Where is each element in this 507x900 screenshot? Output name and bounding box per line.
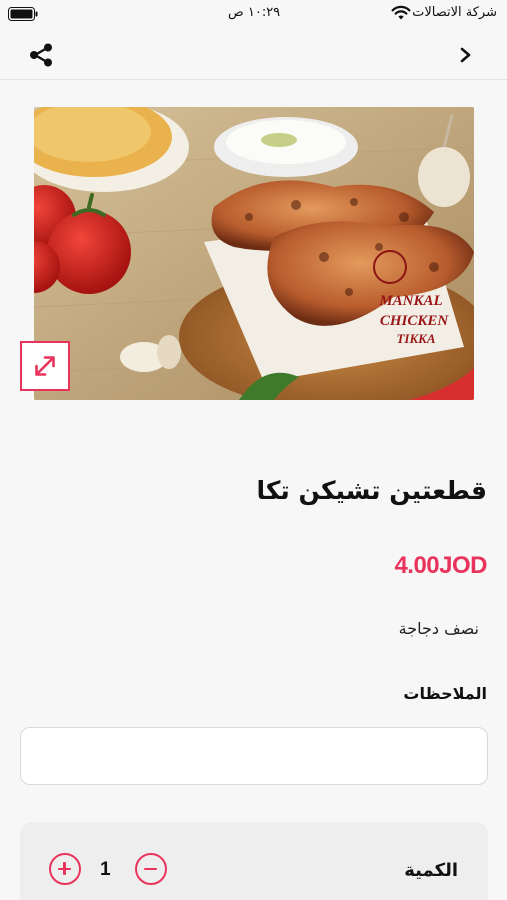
product-description: نصف دجاجة: [398, 619, 479, 638]
chevron-right-icon[interactable]: [455, 43, 477, 67]
product-price: 4.00JOD: [394, 552, 487, 579]
product-image: MANKAL CHICKEN TIKKA: [34, 107, 474, 400]
increase-quantity-button[interactable]: [49, 853, 81, 885]
watermark-line-1: MANKAL: [378, 293, 442, 309]
status-time: ١٠:٢٩ ص: [228, 5, 281, 20]
notes-input[interactable]: [20, 727, 488, 785]
quantity-value: 1: [100, 859, 111, 880]
carrier-name: شركة الاتصالات: [412, 5, 497, 20]
share-icon[interactable]: [26, 40, 56, 70]
expand-icon: [35, 356, 55, 376]
quantity-stepper: الكمية 1: [20, 822, 488, 900]
nav-bar: [0, 30, 507, 80]
wifi-icon: [391, 5, 411, 20]
watermark-line-3: TIKKA: [396, 331, 435, 346]
battery-icon: [8, 7, 38, 21]
expand-image-button[interactable]: [20, 341, 70, 391]
product-photo: MANKAL CHICKEN TIKKA: [34, 107, 474, 400]
watermark-line-2: CHICKEN: [380, 313, 450, 329]
quantity-label: الكمية: [404, 860, 458, 881]
product-title: قطعتين تشيكن تكا: [256, 476, 487, 505]
notes-label: الملاحظات: [403, 684, 487, 703]
status-bar: ١٠:٢٩ ص شركة الاتصالات: [0, 0, 507, 30]
decrease-quantity-button[interactable]: [135, 853, 167, 885]
